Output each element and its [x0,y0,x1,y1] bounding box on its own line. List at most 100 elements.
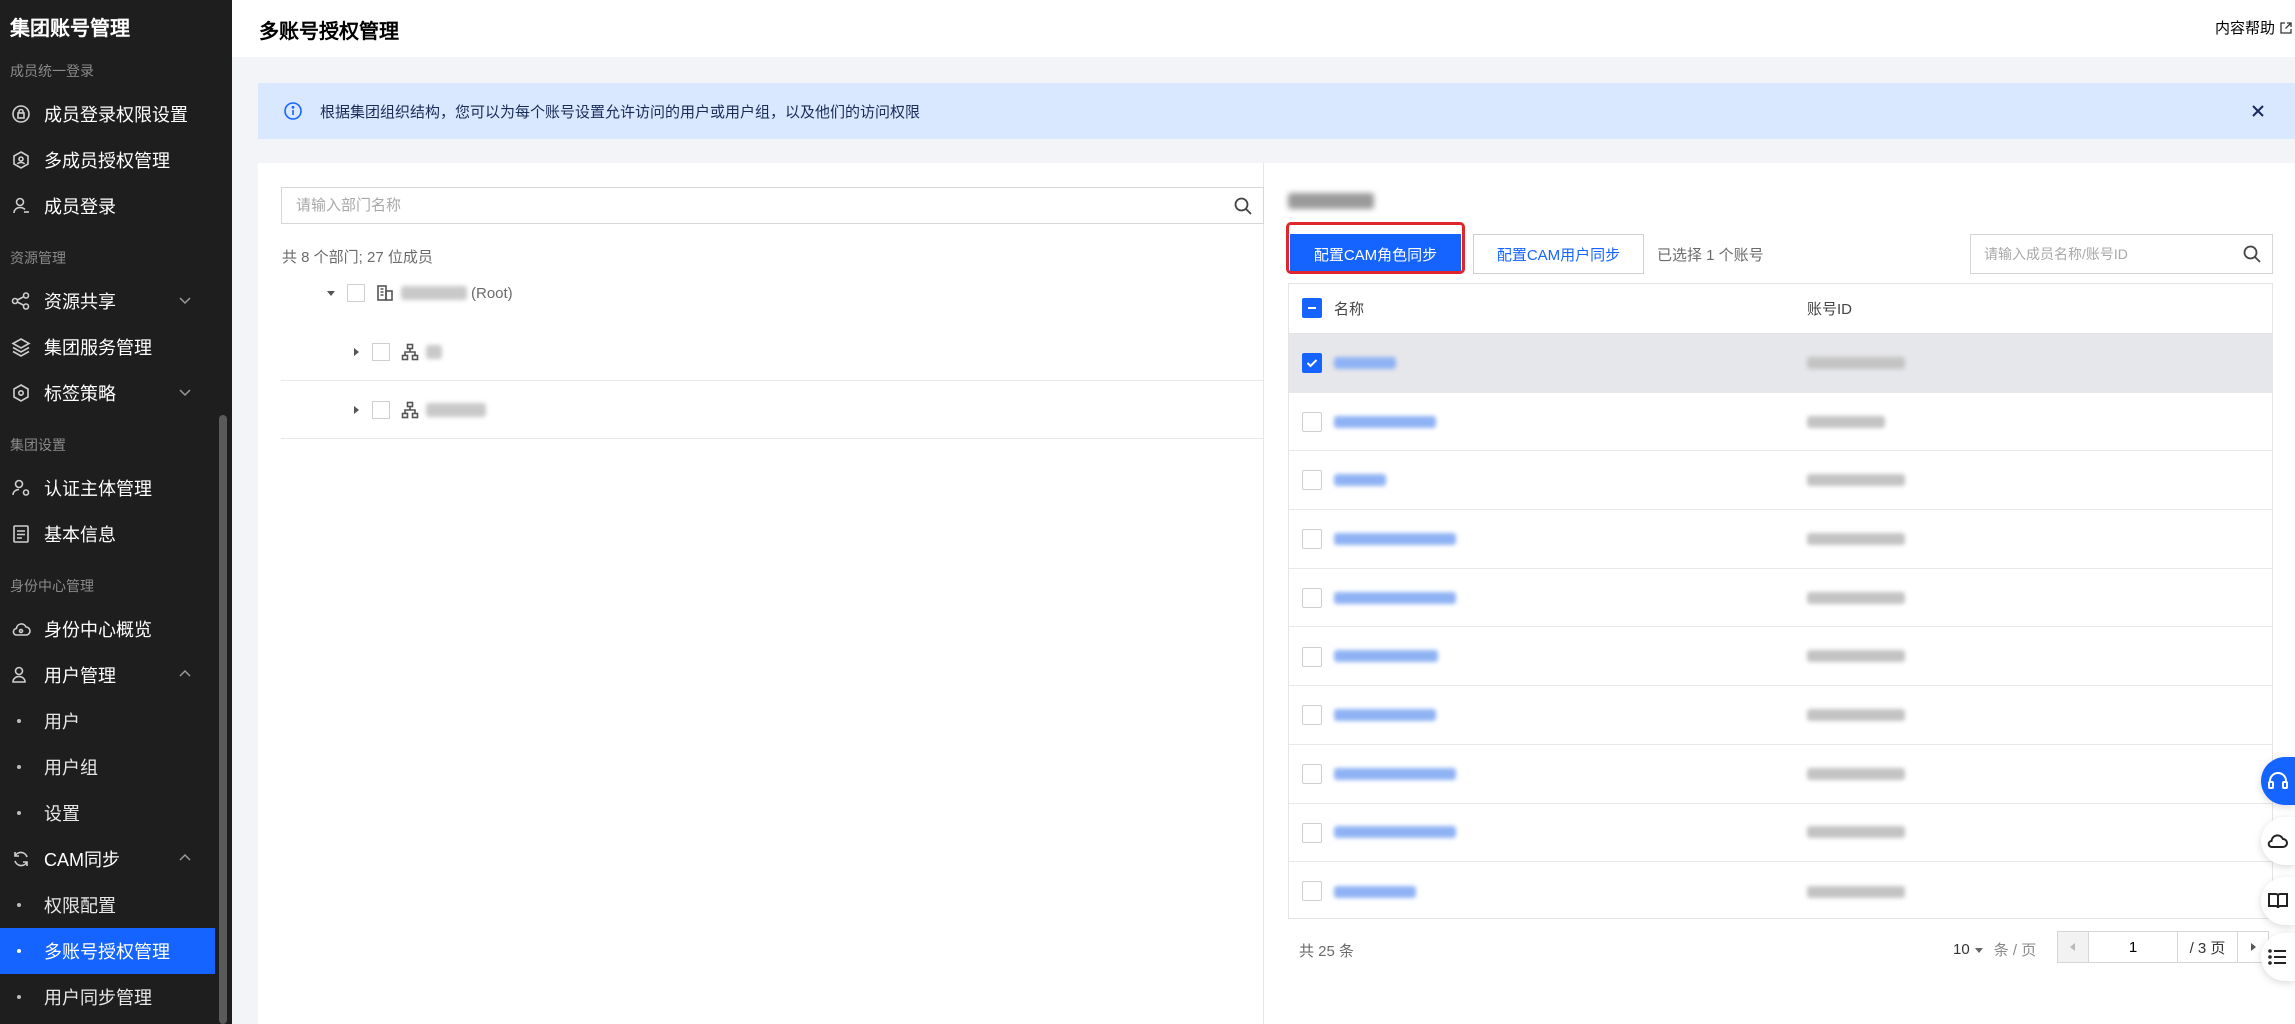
member-search-input[interactable] [1971,235,2242,273]
share-icon [10,290,32,312]
hexagon-users-icon [10,149,32,171]
page-number-input[interactable]: 1 [2088,932,2178,962]
row-checkbox[interactable] [1302,411,1322,432]
account-name-redacted[interactable] [1334,474,1386,487]
account-id-redacted [1807,826,1905,839]
table-row[interactable] [1289,569,2272,628]
close-icon[interactable] [2249,102,2267,120]
table-row[interactable] [1289,451,2272,511]
account-name-redacted[interactable] [1334,415,1436,428]
sidebar-subitem-label: 设置 [44,804,80,824]
page-header: 多账号授权管理 内容帮助 [232,0,2295,57]
user-icon [10,195,32,217]
help-link[interactable]: 内容帮助 [2215,17,2293,38]
sidebar-subitem-user[interactable]: 用户 [0,698,215,744]
sidebar-item-label: 认证主体管理 [44,479,152,499]
sidebar-item-resource-share[interactable]: 资源共享 [0,278,215,324]
row-checkbox[interactable] [1302,705,1322,726]
member-search [1970,234,2273,274]
account-id-redacted [1807,415,1885,428]
prev-page-button[interactable] [2058,932,2088,962]
sidebar-item-member-login[interactable]: 成员登录 [0,183,215,229]
sidebar-item-auth-entity[interactable]: 认证主体管理 [0,465,215,511]
sidebar-item-cam-sync[interactable]: CAM同步 [0,836,215,882]
configure-cam-role-sync-button[interactable]: 配置CAM角色同步 [1290,234,1461,274]
row-checkbox[interactable] [1302,470,1322,491]
sidebar-item-group-service[interactable]: 集团服务管理 [0,324,215,370]
table-row[interactable] [1289,628,2272,687]
sidebar-subitem-user-group[interactable]: 用户组 [0,744,215,790]
account-id-redacted [1807,709,1905,722]
row-checkbox[interactable] [1302,587,1322,608]
tree-node-child[interactable] [281,381,1264,439]
root-tag: (Root) [471,284,513,302]
help-link-label: 内容帮助 [2214,20,2275,37]
sidebar-item-label: 基本信息 [44,525,116,545]
row-checkbox[interactable] [1302,763,1322,784]
list-icon [2268,949,2286,965]
table-row[interactable] [1289,745,2272,804]
account-name-redacted[interactable] [1334,356,1396,369]
sidebar-item-basic-info[interactable]: 基本信息 [0,511,215,557]
caret-right-icon[interactable] [350,404,362,416]
search-icon[interactable] [1233,196,1253,216]
tree-node-root[interactable]: (Root) [281,264,1264,322]
caret-down-icon[interactable] [325,287,337,299]
tree-checkbox[interactable] [347,284,365,302]
main-card: 共 8 个部门; 27 位成员 (Root) 配置CAM角色同步 配置CAM用户… [258,163,2295,1024]
row-checkbox[interactable] [1302,822,1322,843]
table-row[interactable] [1289,334,2272,393]
configure-cam-user-sync-button[interactable]: 配置CAM用户同步 [1473,234,1644,274]
sidebar-group-resource: 资源管理 [10,250,66,266]
page-size-select[interactable]: 10 条 / 页 [1953,939,2036,960]
search-icon[interactable] [2242,244,2262,264]
dept-name-redacted [426,402,486,417]
sidebar-title: 集团账号管理 [10,18,130,40]
org-chart-icon [401,343,419,360]
sidebar-subitem-perm-config[interactable]: 权限配置 [0,882,215,928]
external-link-icon [2280,21,2292,34]
table-row[interactable] [1289,510,2272,569]
sidebar-item-tag-policy[interactable]: 标签策略 [0,370,215,416]
table-header: 名称 账号ID [1289,284,2272,334]
sidebar-item-member-login-perm[interactable]: 成员登录权限设置 [0,91,215,137]
sidebar-item-user-mgmt[interactable]: 用户管理 [0,652,215,698]
tree-checkbox[interactable] [372,400,390,419]
account-name-redacted[interactable] [1334,767,1456,780]
table-row[interactable] [1289,686,2272,745]
row-checkbox[interactable] [1302,353,1322,373]
account-name-redacted[interactable] [1334,532,1456,545]
sidebar-item-label: 成员登录 [44,197,116,217]
tree-node-child[interactable] [281,323,1264,381]
caret-right-icon[interactable] [350,346,362,358]
page-size-unit: 条 / 页 [1993,942,2037,959]
department-search-input[interactable] [282,188,1233,223]
account-name-redacted[interactable] [1334,591,1456,604]
sidebar-subitem-settings[interactable]: 设置 [0,790,215,836]
row-checkbox[interactable] [1302,881,1322,902]
account-name-redacted[interactable] [1334,885,1416,898]
select-all-checkbox[interactable] [1302,298,1322,318]
row-checkbox[interactable] [1302,646,1322,667]
account-name-redacted[interactable] [1334,650,1438,663]
sidebar-item-label: 成员登录权限设置 [44,105,188,125]
sidebar-item-multi-member-auth[interactable]: 多成员授权管理 [0,137,215,183]
tree-checkbox[interactable] [372,342,390,361]
table-row[interactable] [1289,393,2272,452]
account-id-redacted [1807,885,1905,898]
sidebar-item-identity-overview[interactable]: 身份中心概览 [0,606,215,652]
sidebar-group-member-login: 成员统一登录 [10,63,94,79]
sidebar-group-settings: 集团设置 [10,437,66,453]
sidebar-scrollbar[interactable] [219,415,227,1024]
table-row[interactable] [1289,862,2272,921]
account-name-redacted[interactable] [1334,709,1436,722]
table-row[interactable] [1289,804,2272,863]
account-id-redacted [1807,532,1905,545]
department-tree-panel: 共 8 个部门; 27 位成员 (Root) [258,163,1264,1024]
row-checkbox[interactable] [1302,529,1322,550]
check-icon [1306,359,1318,368]
account-name-redacted[interactable] [1334,826,1456,839]
sidebar-subitem-multi-account-auth[interactable]: 多账号授权管理 [0,928,215,974]
bullet-icon [17,765,21,769]
sidebar-subitem-user-sync-mgmt[interactable]: 用户同步管理 [0,974,215,1020]
